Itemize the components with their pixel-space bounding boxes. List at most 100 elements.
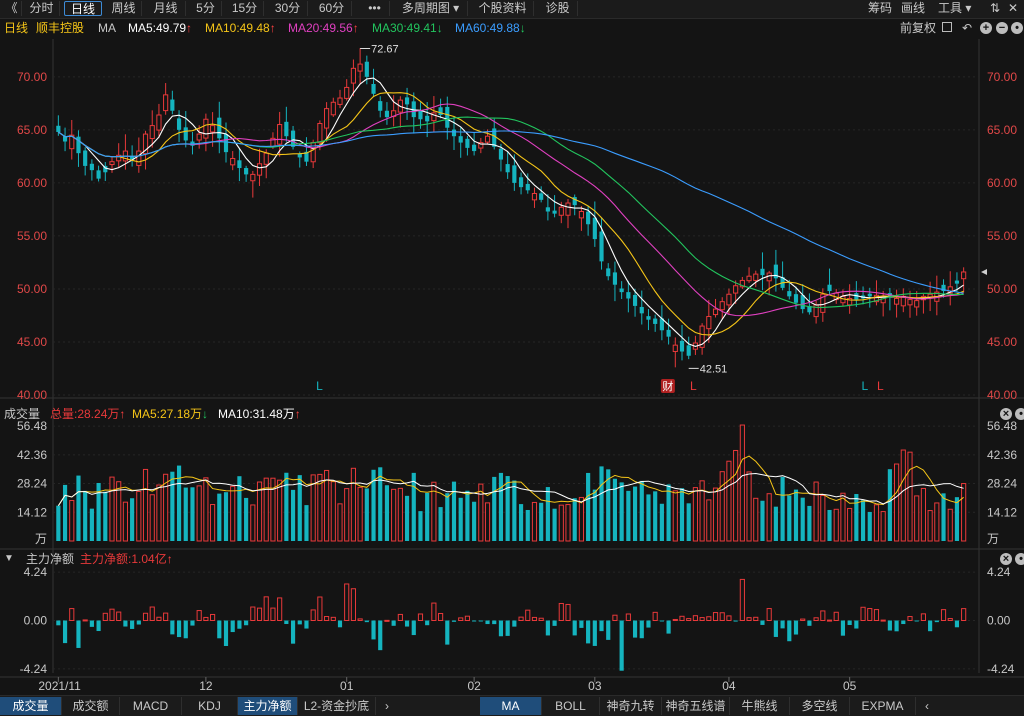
candle-body [425,115,430,122]
more-periods-button[interactable]: ••• [360,1,390,16]
close-icon[interactable]: ✕ [1008,1,1018,16]
net-flow-bar [176,620,182,638]
close-volume-icon[interactable]: × [1000,408,1012,420]
tab-monthly[interactable]: 月线 [146,1,186,16]
net-flow-bar [787,620,792,642]
tab-intraday[interactable]: 分时 [24,1,60,16]
net-flow-bar [210,613,216,622]
volume-bar [941,493,946,541]
close-flow-icon[interactable]: × [1000,553,1012,565]
volume-bar [223,492,229,541]
tab-magic-nine[interactable]: 神奇九转 [600,697,662,715]
net-flow-bar [646,620,651,628]
net-flow-bar [733,620,738,622]
volume-bar [599,466,604,541]
tab-30min[interactable]: 30分 [268,1,308,16]
net-flow-bar [445,620,450,645]
collapse-icon[interactable]: ▼ [4,550,14,568]
zoom-out-icon[interactable]: − [996,22,1008,34]
date-tick-label: 02 [467,679,481,693]
net-flow-bar [498,620,504,637]
volume-bar [833,508,839,542]
tab-turnover[interactable]: 成交额 [62,697,120,715]
tab-macd[interactable]: MACD [120,697,182,715]
net-flow-bar [833,611,839,622]
net-flow-bar [458,617,464,622]
net-flow-bar [417,613,424,621]
period-label: 日线 [4,21,29,35]
stock-diagnosis-button[interactable]: 诊股 [538,1,578,16]
candle-body [136,150,142,166]
chips-button[interactable]: 筹码 [868,1,892,16]
tab-magic-five-lines[interactable]: 神奇五线谱 [662,697,730,715]
volume-title: 成交量 [4,407,41,421]
draw-line-button[interactable]: 画线 [901,1,925,16]
collapse-sidebar-icon[interactable]: 《 [2,1,22,16]
net-flow-bar [880,619,886,622]
volume-bar [780,476,785,541]
tab-15min[interactable]: 15分 [226,1,264,16]
price-tick-label: 40.00 [17,388,47,402]
volume-bar [646,494,651,541]
swap-icon[interactable]: ⇅ [990,1,1000,16]
ma-label[interactable]: MA [98,19,116,37]
adjust-mode-label[interactable]: 前复权 [900,19,936,37]
net-flow-bar [277,597,283,622]
settings-icon[interactable]: • [1011,22,1023,34]
volume-bar [753,497,759,542]
net-flow-bar [170,620,175,635]
price-tick-label: 55.00 [17,229,47,243]
candle-body [867,293,872,297]
candle-body [954,280,960,284]
candle-body [907,299,913,306]
tab-long-short-line[interactable]: 多空线 [790,697,850,715]
net-flow-bar [586,620,591,644]
net-flow-bar [572,620,577,636]
tab-60min[interactable]: 60分 [312,1,352,16]
net-flow-bar [425,620,430,626]
tab-ma[interactable]: MA [480,697,542,715]
volume-bar [344,488,350,542]
volume-settings-icon[interactable]: • [1015,408,1024,420]
ma5-line [58,77,964,347]
tab-expma[interactable]: EXPMA [850,697,916,715]
volume-bar [337,503,343,542]
tab-volume[interactable]: 成交量 [0,697,62,715]
volume-bar [284,472,289,541]
volume-bar [277,479,283,542]
volume-bar [552,508,557,541]
tab-boll[interactable]: BOLL [542,697,600,715]
tab-bull-bear-line[interactable]: 牛熊线 [730,697,790,715]
scroll-right-icon[interactable]: › [376,697,398,715]
scroll-left-icon[interactable]: ‹ [916,697,938,715]
tools-dropdown[interactable]: 工具 ▾ [938,1,971,16]
net-flow-bar [89,620,94,627]
multi-period-dropdown[interactable]: 多周期图 ▾ [394,1,468,16]
volume-bar [230,485,236,542]
undo-icon[interactable]: ↶ [962,19,972,37]
net-flow-bar [82,619,88,622]
net-flow-bar [109,608,115,622]
stock-profile-button[interactable]: 个股资料 [472,1,534,16]
net-flow-bar [217,620,222,639]
tab-main-net-flow[interactable]: 主力净额 [238,697,298,715]
net-flow-bar [142,612,149,621]
net-flow-bar [746,617,752,622]
net-flow-bar [739,578,745,621]
price-tick-label: 65.00 [17,123,47,137]
tab-daily[interactable]: 日线 [64,1,102,16]
net-flow-bar [270,607,276,621]
net-flow-bar [766,608,772,622]
tab-weekly[interactable]: 周线 [106,1,142,16]
tab-kdj[interactable]: KDJ [182,697,238,715]
zoom-in-icon[interactable]: + [980,22,992,34]
tab-5min[interactable]: 5分 [190,1,222,16]
flow-settings-icon[interactable]: • [1015,553,1024,565]
lock-icon[interactable] [942,22,952,32]
volume-bar [807,505,812,541]
kline-chart[interactable]: 40.00 45.00 50.00 55.00 60.00 65.00 70.00 40.0… [0,37,1024,695]
net-flow-bar [753,616,759,622]
tab-l2-bottom-fishing[interactable]: L2-资金抄底 [298,697,376,715]
net-flow-bar [954,620,960,628]
net-flow-bar [686,618,692,621]
